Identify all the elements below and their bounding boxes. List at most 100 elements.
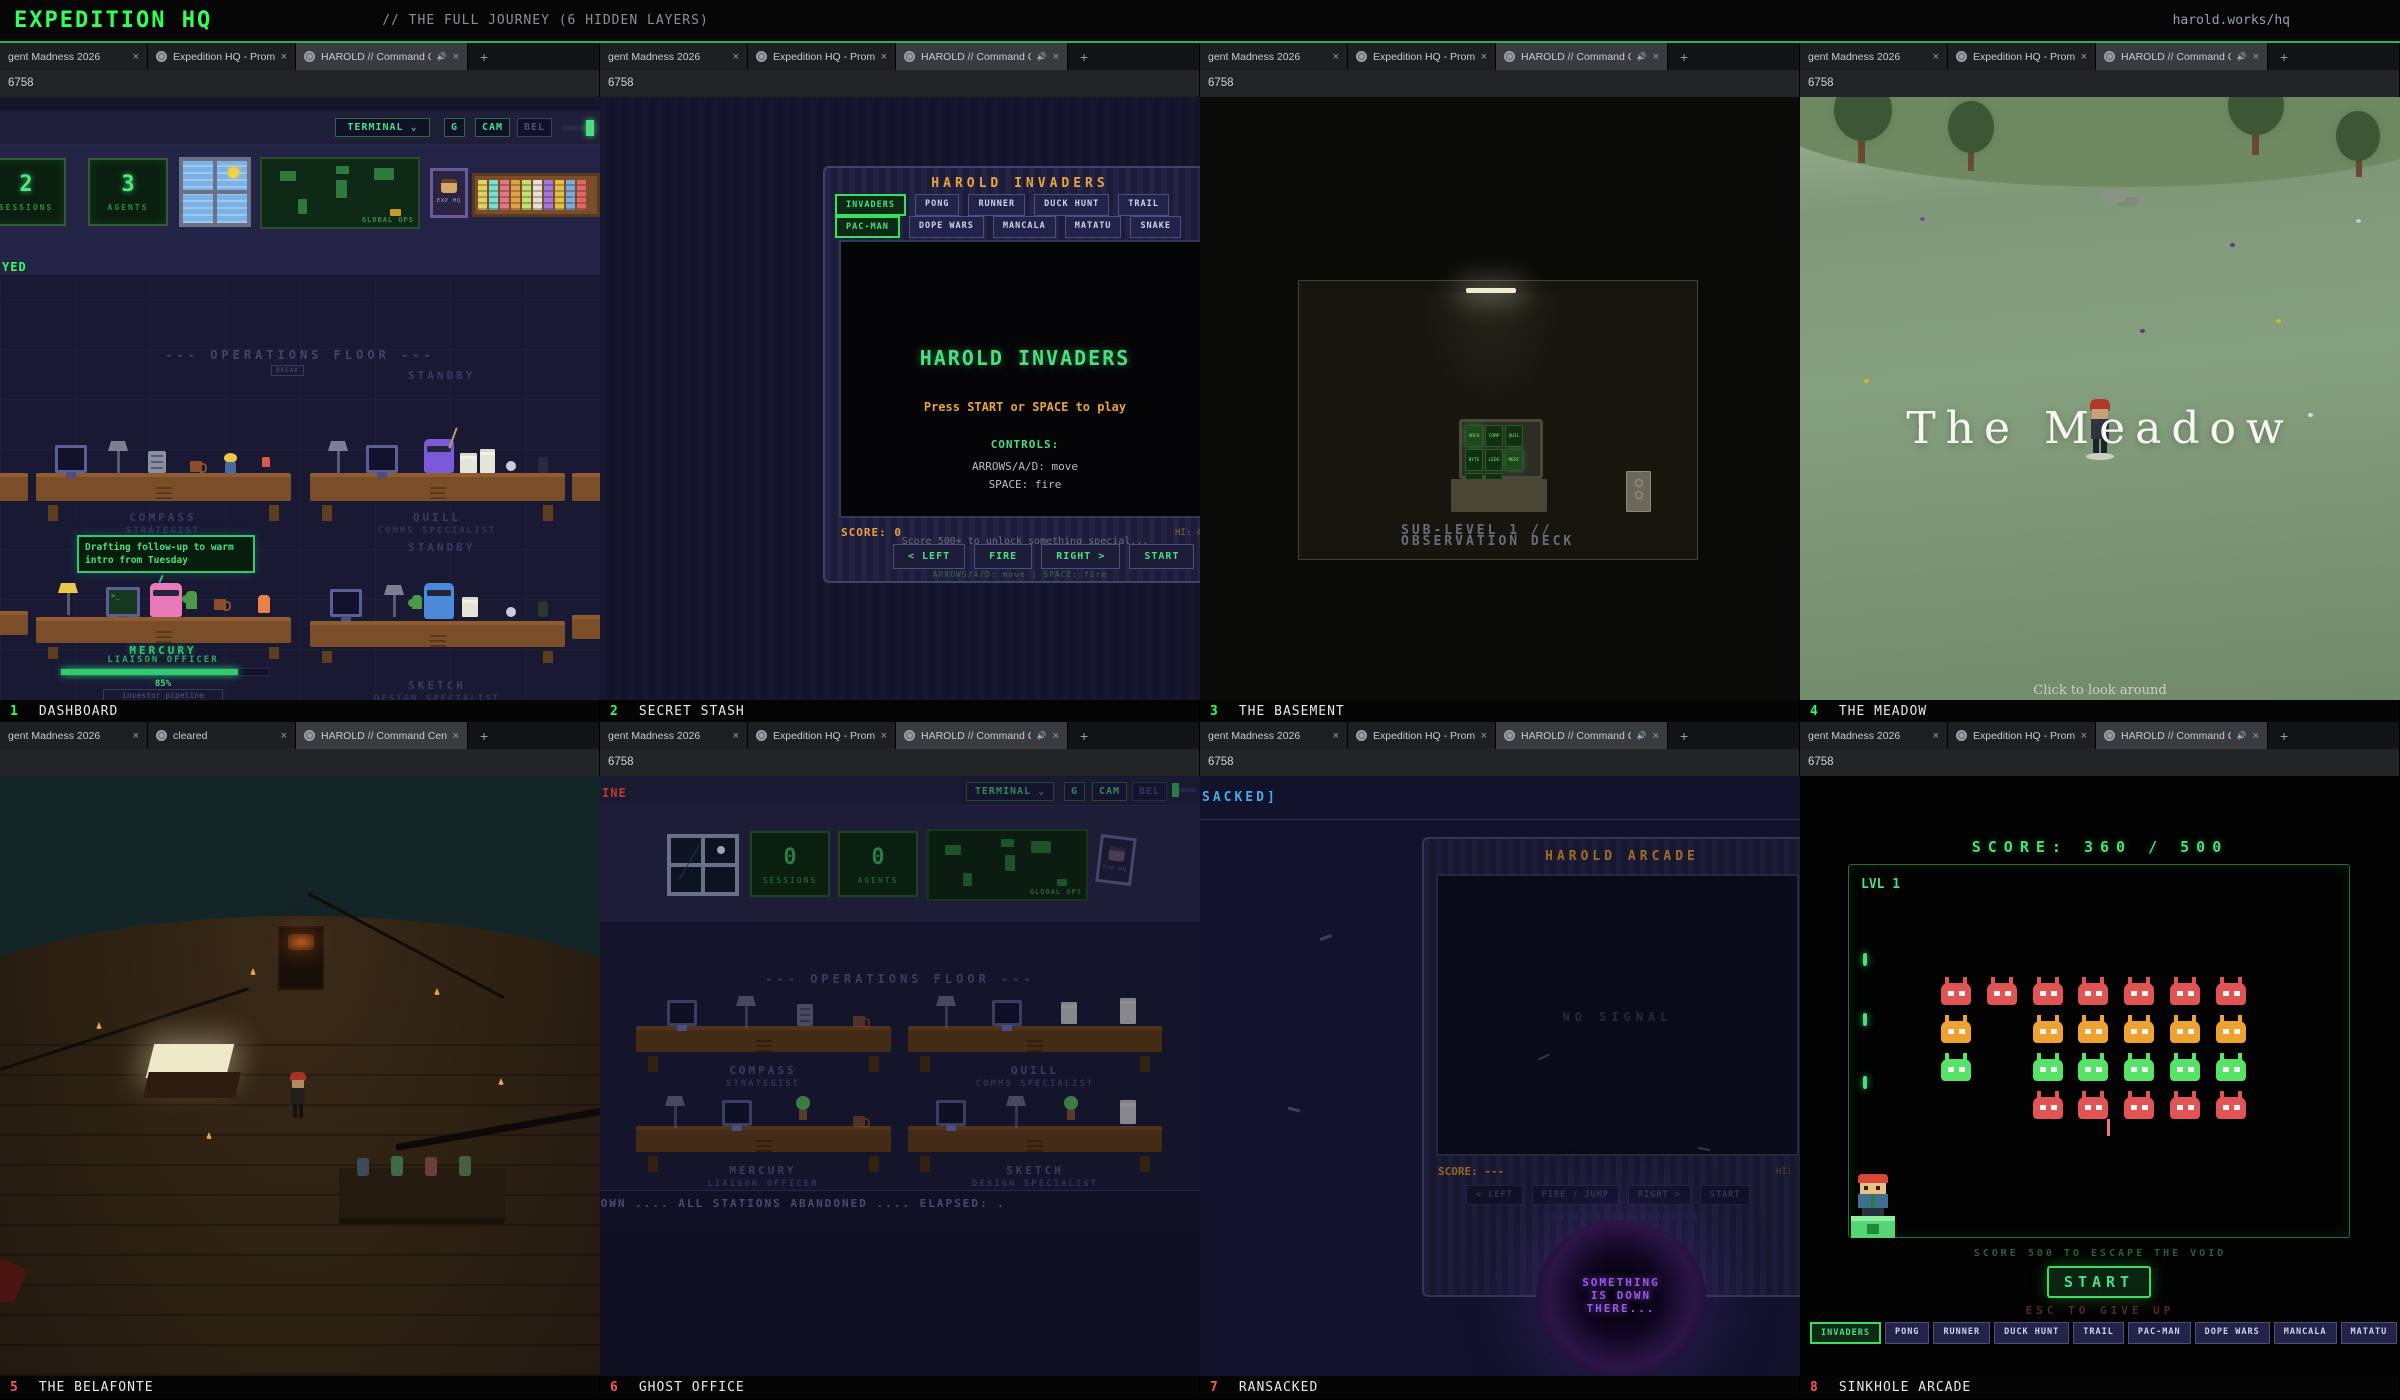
new-tab-button[interactable]: +	[1068, 43, 1100, 70]
new-tab-button[interactable]: +	[2268, 43, 2300, 70]
game-select-button[interactable]: PONG	[1885, 1322, 1929, 1344]
tab-close-icon[interactable]: ×	[1481, 730, 1487, 742]
tab-close-icon[interactable]: ×	[1053, 51, 1059, 63]
tab-close-icon[interactable]: ×	[2253, 730, 2259, 742]
elevator-button-up[interactable]	[1635, 479, 1643, 487]
browser-tab[interactable]: Expedition HQ - Promo Grid×	[1948, 43, 2096, 70]
browser-tab[interactable]: HAROLD // Command Center×	[296, 722, 468, 749]
browser-tab[interactable]: Expedition HQ - Promo Grid×	[1348, 722, 1496, 749]
browser-tab[interactable]: Expedition HQ - Promo Grid×	[748, 722, 896, 749]
url-bar[interactable]: 6758	[600, 70, 1199, 97]
game-select-button[interactable]: DUCK HUNT	[1994, 1322, 2069, 1344]
tab-close-icon[interactable]: ×	[1053, 730, 1059, 742]
tab-close-icon[interactable]: ×	[733, 51, 739, 63]
tab-close-icon[interactable]: ×	[2081, 51, 2087, 63]
browser-tab[interactable]: cleared×	[148, 722, 296, 749]
tab-close-icon[interactable]: ×	[1653, 51, 1659, 63]
browser-tab[interactable]: gent Madness 2026×	[1200, 722, 1348, 749]
game-select-button[interactable]: MATATU	[2341, 1322, 2398, 1344]
tab-close-icon[interactable]: ×	[2081, 730, 2087, 742]
game-tab[interactable]: MATATU	[1065, 216, 1122, 238]
url-bar[interactable]: 6758	[1800, 70, 2399, 97]
browser-tab[interactable]: Expedition HQ - Promo Grid×	[148, 43, 296, 70]
terminal-dropdown[interactable]: TERMINAL ⌄	[966, 782, 1054, 801]
browser-tab[interactable]: gent Madness 2026×	[600, 722, 748, 749]
g-button[interactable]: G	[1064, 782, 1085, 801]
game-tab[interactable]: RUNNER	[968, 194, 1025, 216]
tab-close-icon[interactable]: ×	[733, 730, 739, 742]
url-bar[interactable]: 6758	[600, 749, 1199, 776]
browser-tab[interactable]: Expedition HQ - Promo Grid×	[748, 43, 896, 70]
game-tab[interactable]: SNAKE	[1130, 216, 1181, 238]
tab-close-icon[interactable]: ×	[453, 51, 459, 63]
game-select-button[interactable]: DOPE WARS	[2195, 1322, 2270, 1344]
new-tab-button[interactable]: +	[1068, 722, 1100, 749]
game-tab[interactable]: DUCK HUNT	[1034, 194, 1109, 216]
browser-tab[interactable]: HAROLD // Command Cen🔊×	[2096, 722, 2268, 749]
tab-close-icon[interactable]: ×	[881, 51, 887, 63]
game-tab[interactable]: PONG	[915, 194, 959, 216]
browser-tab[interactable]: HAROLD // Command Cen🔊×	[1496, 43, 1668, 70]
new-tab-button[interactable]: +	[2268, 722, 2300, 749]
game-select-button[interactable]: RUNNER	[1933, 1322, 1990, 1344]
browser-tab[interactable]: gent Madness 2026×	[1200, 43, 1348, 70]
url-bar[interactable]: 6758	[1200, 70, 1799, 97]
browser-tab[interactable]: gent Madness 2026×	[0, 43, 148, 70]
elevator-button-down[interactable]	[1635, 491, 1643, 499]
console-lever-green[interactable]	[391, 1156, 403, 1176]
console-lever-olive[interactable]	[459, 1156, 471, 1176]
cam-button[interactable]: CAM	[1092, 782, 1127, 801]
game-control-button[interactable]: < LEFT	[893, 544, 965, 569]
tab-close-icon[interactable]: ×	[133, 730, 139, 742]
start-button[interactable]: START	[2047, 1266, 2151, 1298]
game-select-button[interactable]: MANCALA	[2274, 1322, 2337, 1344]
url-bar[interactable]: 6758	[0, 70, 599, 97]
game-control-button[interactable]: FIRE	[974, 544, 1032, 569]
game-control-button[interactable]: START	[1129, 544, 1194, 569]
game-control-button[interactable]: RIGHT >	[1041, 544, 1120, 569]
game-control-button[interactable]: RIGHT >	[1628, 1185, 1691, 1205]
tab-close-icon[interactable]: ×	[1933, 730, 1939, 742]
browser-tab[interactable]: Expedition HQ - Promo Grid×	[1948, 722, 2096, 749]
tab-close-icon[interactable]: ×	[1333, 51, 1339, 63]
game-tab[interactable]: TRAIL	[1118, 194, 1169, 216]
url-bar[interactable]: 6758	[1800, 749, 2399, 776]
tab-close-icon[interactable]: ×	[881, 730, 887, 742]
tab-close-icon[interactable]: ×	[281, 730, 287, 742]
tab-close-icon[interactable]: ×	[2253, 51, 2259, 63]
new-tab-button[interactable]: +	[468, 43, 500, 70]
browser-tab[interactable]: gent Madness 2026×	[1800, 722, 1948, 749]
game-select-button[interactable]: PAC-MAN	[2128, 1322, 2191, 1344]
bel-button[interactable]: BEL	[1132, 782, 1167, 801]
tab-close-icon[interactable]: ×	[1653, 730, 1659, 742]
bel-button[interactable]: BEL	[517, 118, 552, 137]
tab-close-icon[interactable]: ×	[1933, 51, 1939, 63]
terminal-dropdown[interactable]: TERMINAL ⌄	[335, 118, 430, 137]
cam-button[interactable]: CAM	[475, 118, 510, 137]
new-tab-button[interactable]: +	[1668, 722, 1700, 749]
browser-tab[interactable]: HAROLD // Command Cen🔊×	[896, 43, 1068, 70]
console-lever-blue[interactable]	[357, 1158, 369, 1176]
browser-tab[interactable]: HAROLD // Command Cen🔊×	[2096, 43, 2268, 70]
browser-tab[interactable]: gent Madness 2026×	[1800, 43, 1948, 70]
game-tab[interactable]: INVADERS	[835, 194, 906, 216]
browser-tab[interactable]: HAROLD // Command Cen🔊×	[1496, 722, 1668, 749]
volume-slider-knob[interactable]	[586, 120, 594, 136]
game-control-button[interactable]: < LEFT	[1466, 1185, 1523, 1205]
console-lever-red[interactable]	[425, 1157, 437, 1176]
browser-tab[interactable]: gent Madness 2026×	[0, 722, 148, 749]
url-bar[interactable]: 6758	[1200, 749, 1799, 776]
game-tab[interactable]: DOPE WARS	[909, 216, 984, 238]
game-select-button[interactable]: INVADERS	[1810, 1322, 1881, 1344]
game-select-button[interactable]: TRAIL	[2073, 1322, 2124, 1344]
g-button[interactable]: G	[444, 118, 465, 137]
browser-tab[interactable]: Expedition HQ - Promo Grid×	[1348, 43, 1496, 70]
game-control-button[interactable]: FIRE / JUMP	[1532, 1185, 1619, 1205]
url-bar[interactable]	[0, 749, 599, 776]
game-tab[interactable]: PAC-MAN	[835, 216, 900, 238]
browser-tab[interactable]: HAROLD // Command Cen🔊×	[296, 43, 468, 70]
tab-close-icon[interactable]: ×	[1333, 730, 1339, 742]
game-control-button[interactable]: START	[1700, 1185, 1751, 1205]
tab-close-icon[interactable]: ×	[281, 51, 287, 63]
game-tab[interactable]: MANCALA	[993, 216, 1056, 238]
